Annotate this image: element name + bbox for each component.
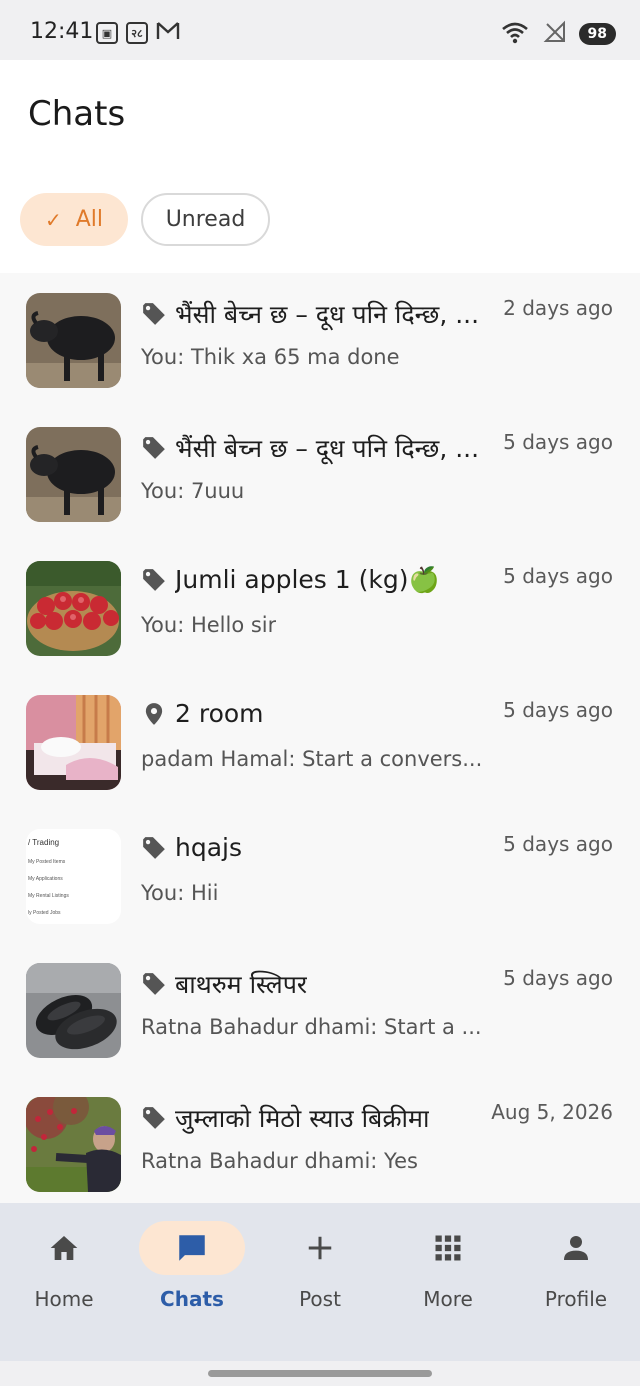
tag-icon xyxy=(143,836,165,859)
nav-item-more[interactable]: More xyxy=(393,1221,503,1331)
tag-icon xyxy=(143,303,165,325)
chat-list-item[interactable]: जुम्लाको मिठो स्याउ बिक्रीमा Aug 5, 2026… xyxy=(0,1077,640,1203)
chat-title: बाथरुम स्लिपर xyxy=(175,970,308,999)
chat-time: 5 days ago xyxy=(503,564,613,588)
chat-thumbnail xyxy=(26,561,121,656)
chat-icon xyxy=(179,1235,205,1261)
filter-chip-unread-label: Unread xyxy=(165,207,246,232)
svg-text:My Applications: My Applications xyxy=(28,876,63,882)
chat-title: जुम्लाको मिठो स्याउ बिक्रीमा xyxy=(175,1104,430,1133)
status-time: 12:41 xyxy=(30,19,94,44)
gesture-handle[interactable] xyxy=(208,1370,432,1377)
plus-icon xyxy=(308,1236,332,1260)
gmail-icon xyxy=(156,21,180,45)
gesture-area xyxy=(0,1361,640,1386)
nav-item-profile[interactable]: Profile xyxy=(521,1221,631,1331)
chat-list-item[interactable]: भैंसी बेच्न छ – दूध पनि दिन्छ, ... 5 day… xyxy=(0,407,640,541)
chat-list-item[interactable]: 2 room 5 days ago padam Hamal: Start a c… xyxy=(0,675,640,809)
chat-title: hqajs xyxy=(175,833,243,862)
bottom-navigation: Home Chats Post More Profile xyxy=(0,1203,640,1361)
chat-title: Jumli apples 1 (kg)🍏 xyxy=(175,565,440,594)
status-bar: 12:41 ▣ २८ 98 xyxy=(0,0,640,60)
chat-time: 5 days ago xyxy=(503,966,613,990)
tag-icon xyxy=(143,973,165,995)
chat-time: 5 days ago xyxy=(503,698,613,722)
nav-label-more: More xyxy=(423,1287,473,1311)
home-icon xyxy=(50,1236,78,1260)
page-title: Chats xyxy=(28,94,126,134)
chat-time: Aug 5, 2026 xyxy=(491,1100,613,1124)
svg-text:/ Trading: / Trading xyxy=(28,838,59,847)
location-pin-icon xyxy=(145,702,163,725)
nav-label-post: Post xyxy=(299,1287,341,1311)
chat-thumbnail xyxy=(26,963,121,1058)
nav-label-chats: Chats xyxy=(160,1287,224,1311)
tag-icon xyxy=(143,1107,165,1129)
screenshot-icon: ▣ xyxy=(96,22,118,44)
battery-indicator: 98 xyxy=(578,23,616,45)
nav-item-home[interactable]: Home xyxy=(9,1221,119,1331)
nav-label-home: Home xyxy=(34,1287,94,1311)
grid-icon xyxy=(435,1235,461,1261)
chat-list-item[interactable]: / Trading My Posted Items My Application… xyxy=(0,809,640,943)
chat-list-item[interactable]: बाथरुम स्लिपर 5 days ago Ratna Bahadur d… xyxy=(0,943,640,1077)
chat-time: 5 days ago xyxy=(503,832,613,856)
chat-list-item[interactable]: भैंसी बेच्न छ – दूध पनि दिन्छ, ... 2 day… xyxy=(0,273,640,407)
chat-time: 5 days ago xyxy=(503,430,613,454)
chat-thumbnail: / Trading My Posted Items My Application… xyxy=(26,829,121,924)
chat-title: भैंसी बेच्न छ – दूध पनि दिन्छ, ... xyxy=(175,434,480,463)
filter-chip-unread[interactable]: Unread xyxy=(141,193,270,246)
svg-text:My Posted Items: My Posted Items xyxy=(28,859,66,865)
chat-preview: Ratna Bahadur dhami: Start a ... xyxy=(141,1015,482,1039)
chat-title: भैंसी बेच्न छ – दूध पनि दिन्छ, ... xyxy=(175,300,480,329)
chat-preview: You: Thik xa 65 ma done xyxy=(141,345,400,369)
header: Chats ✓ All Unread xyxy=(0,60,640,273)
checkmark-icon: ✓ xyxy=(44,207,62,232)
wifi-icon xyxy=(501,20,531,48)
chat-title: 2 room xyxy=(175,699,264,728)
chat-thumbnail xyxy=(26,1097,121,1192)
tag-icon xyxy=(143,569,165,591)
chat-thumbnail xyxy=(26,695,121,790)
chat-list-item[interactable]: Jumli apples 1 (kg)🍏 5 days ago You: Hel… xyxy=(0,541,640,675)
chat-time: 2 days ago xyxy=(503,296,613,320)
chat-list[interactable]: भैंसी बेच्न छ – दूध पनि दिन्छ, ... 2 day… xyxy=(0,273,640,1203)
nav-item-chats[interactable]: Chats xyxy=(137,1221,247,1331)
chat-thumbnail xyxy=(26,427,121,522)
chat-preview: You: 7uuu xyxy=(141,479,245,503)
chat-preview: You: Hello sir xyxy=(141,613,277,637)
nav-label-profile: Profile xyxy=(544,1287,608,1311)
svg-text:ly Posted Jobs: ly Posted Jobs xyxy=(28,910,61,916)
chat-thumbnail xyxy=(26,293,121,388)
filter-chip-all-label: All xyxy=(75,207,104,232)
chat-preview: padam Hamal: Start a convers... xyxy=(141,747,483,771)
person-icon xyxy=(564,1236,588,1260)
tag-icon xyxy=(143,437,165,459)
nav-item-post[interactable]: Post xyxy=(265,1221,375,1331)
sim-icon: २८ xyxy=(126,22,148,44)
chat-preview: Ratna Bahadur dhami: Yes xyxy=(141,1149,418,1173)
filter-chip-all[interactable]: ✓ All xyxy=(20,193,128,246)
signal-icon xyxy=(543,20,567,48)
chat-preview: You: Hii xyxy=(141,881,219,905)
svg-text:My Rental Listings: My Rental Listings xyxy=(28,893,69,899)
